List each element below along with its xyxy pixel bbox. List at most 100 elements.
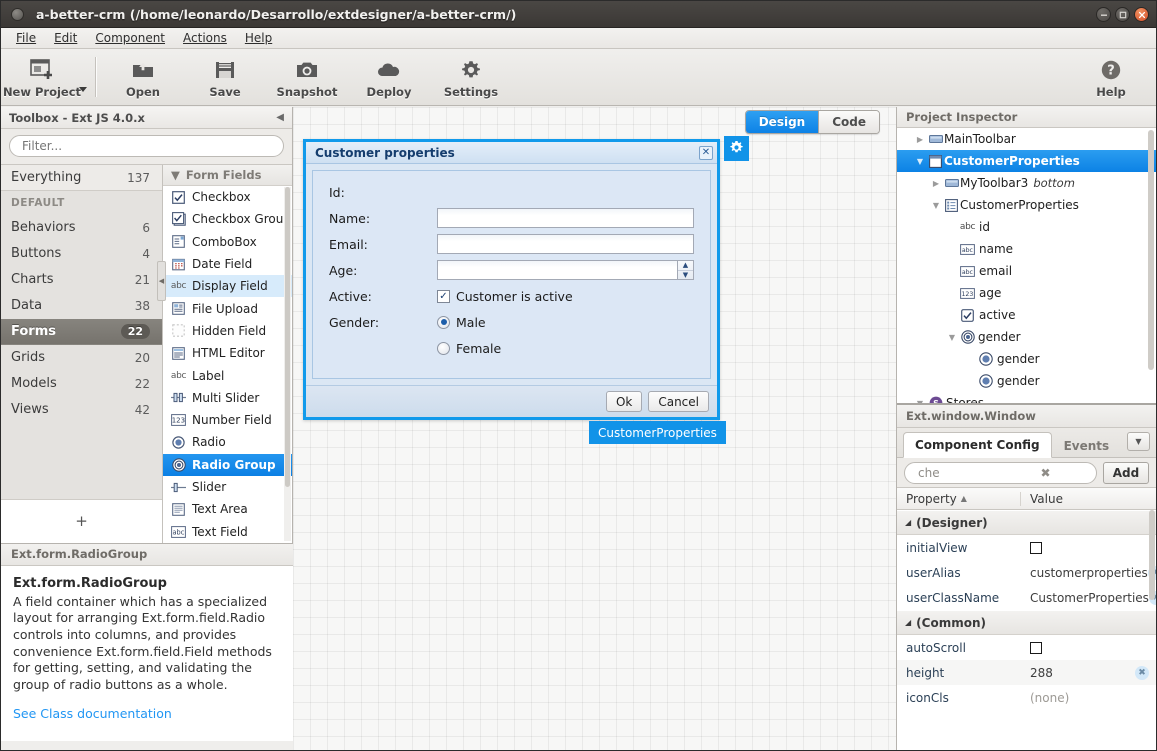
design-window-config-button[interactable] (724, 136, 749, 161)
category-behaviors[interactable]: Behaviors 6 (1, 215, 162, 241)
settings-button[interactable]: Settings (430, 53, 512, 103)
checkbox-autoscroll[interactable] (1030, 641, 1042, 654)
tree-node-customerproperties-window[interactable]: ▼ CustomerProperties (897, 150, 1156, 172)
menu-edit[interactable]: Edit (45, 29, 86, 47)
tab-events[interactable]: Events (1052, 433, 1122, 458)
property-row-iconcls[interactable]: iconCls (none) (897, 685, 1156, 710)
toolbox-category-collapse-handle[interactable]: ◀ (157, 261, 166, 301)
property-value-height[interactable]: 288 ✖ (1021, 665, 1156, 680)
category-charts[interactable]: Charts 21 (1, 267, 162, 293)
radio-gender-female[interactable] (437, 341, 450, 355)
menu-actions[interactable]: Actions (174, 29, 236, 47)
minimize-button[interactable] (1096, 7, 1111, 22)
property-row-autoscroll[interactable]: autoScroll (897, 635, 1156, 660)
property-value-initialview[interactable] (1021, 541, 1156, 554)
tree-node-age[interactable]: 123 age (897, 282, 1156, 304)
new-project-button[interactable]: New Project (1, 53, 83, 103)
tree-node-id[interactable]: abc id (897, 216, 1156, 238)
new-project-dropdown-icon[interactable] (79, 86, 87, 92)
collapse-left-icon[interactable]: ◀ (276, 112, 284, 123)
tree-node-stores[interactable]: ▼ S Stores (897, 392, 1156, 403)
category-everything[interactable]: Everything 137 (1, 165, 162, 191)
component-text-field[interactable]: abc Text Field (163, 520, 292, 542)
chevron-down-icon[interactable]: ▼ (913, 399, 927, 404)
close-icon[interactable]: ✕ (699, 145, 713, 160)
category-grids[interactable]: Grids 20 (1, 345, 162, 371)
chevron-down-icon[interactable]: ▼ (929, 201, 943, 210)
property-row-initialview[interactable]: initialView (897, 535, 1156, 560)
chevron-down-icon[interactable]: ▼ (913, 157, 927, 166)
field-input-email[interactable] (437, 234, 694, 254)
cancel-button[interactable]: Cancel (648, 391, 709, 412)
component-checkbox[interactable]: Checkbox (163, 186, 292, 208)
add-category-button[interactable]: + (1, 498, 162, 543)
tree-node-gender-2[interactable]: gender (897, 370, 1156, 392)
close-button[interactable] (1134, 7, 1149, 22)
component-group-form-fields[interactable]: ▼ Form Fields (163, 165, 292, 186)
help-button[interactable]: ? Help (1070, 53, 1152, 103)
spinner-up-icon[interactable]: ▲ (678, 261, 693, 271)
column-value[interactable]: Value (1021, 492, 1156, 506)
tree-node-email[interactable]: abc email (897, 260, 1156, 282)
component-html-editor[interactable]: HTML Editor (163, 342, 292, 364)
component-radio-group[interactable]: Radio Group (163, 453, 292, 476)
properties-scrollbar[interactable] (1149, 510, 1155, 600)
component-slider[interactable]: Slider (163, 476, 292, 498)
checkbox-initialview[interactable] (1030, 541, 1042, 554)
class-documentation-link[interactable]: See Class documentation (13, 706, 281, 721)
inspector-scrollbar[interactable] (1148, 130, 1154, 370)
component-number-field[interactable]: 123 Number Field (163, 409, 292, 431)
tab-design[interactable]: Design (745, 111, 819, 133)
category-data[interactable]: Data 38 (1, 293, 162, 319)
maximize-button[interactable] (1115, 7, 1130, 22)
property-row-userclassname[interactable]: userClassName CustomerProperties ✖ (897, 585, 1156, 610)
open-button[interactable]: Open (102, 53, 184, 103)
properties-search-input[interactable]: che ✖ (904, 461, 1097, 484)
property-section-designer[interactable]: ◢ (Designer) (897, 510, 1156, 535)
chevron-down-icon[interactable]: ▼ (945, 333, 959, 342)
category-buttons[interactable]: Buttons 4 (1, 241, 162, 267)
tab-code[interactable]: Code (818, 111, 879, 133)
design-window-customer-properties[interactable]: Customer properties ✕ Id: Name: Email: A… (303, 139, 720, 420)
component-text-area[interactable]: Text Area (163, 498, 292, 520)
property-row-height[interactable]: height 288 ✖ (897, 660, 1156, 685)
component-multi-slider[interactable]: Multi Slider (163, 387, 292, 409)
field-input-name[interactable] (437, 208, 694, 228)
component-radio[interactable]: Radio (163, 431, 292, 453)
property-value-useralias[interactable]: customerproperties ✖ (1021, 565, 1156, 580)
snapshot-button[interactable]: Snapshot (266, 53, 348, 103)
column-property[interactable]: Property ▲ (897, 491, 1021, 506)
property-row-useralias[interactable]: userAlias customerproperties ✖ (897, 560, 1156, 585)
tree-node-name[interactable]: abc name (897, 238, 1156, 260)
component-combobox[interactable]: ComboBox (163, 231, 292, 253)
checkbox-active[interactable]: ✓ (437, 289, 450, 303)
ok-button[interactable]: Ok (605, 391, 643, 412)
menu-component[interactable]: Component (86, 29, 174, 47)
clear-icon[interactable]: ✖ (1003, 466, 1088, 480)
property-section-common[interactable]: ◢ (Common) (897, 610, 1156, 635)
design-canvas[interactable]: Design Code Customer properties ✕ Id: Na… (293, 107, 897, 750)
component-label[interactable]: abc Label (163, 364, 292, 386)
add-property-button[interactable]: Add (1103, 461, 1149, 484)
property-value-iconcls[interactable]: (none) (1021, 691, 1156, 705)
toolbox-scrollbar[interactable] (284, 187, 291, 541)
tabs-overflow-button[interactable]: ▼ (1127, 432, 1150, 451)
radio-gender-male[interactable] (437, 315, 450, 329)
component-hidden-field[interactable]: Hidden Field (163, 320, 292, 342)
tree-node-active[interactable]: active (897, 304, 1156, 326)
chevron-right-icon[interactable]: ▶ (913, 135, 927, 144)
tree-node-customerproperties-form[interactable]: ▼ CustomerProperties (897, 194, 1156, 216)
save-button[interactable]: Save (184, 53, 266, 103)
clear-value-icon[interactable]: ✖ (1135, 665, 1149, 680)
category-forms[interactable]: Forms 22 (1, 319, 162, 345)
spinner-buttons[interactable]: ▲ ▼ (677, 261, 693, 279)
category-models[interactable]: Models 22 (1, 371, 162, 397)
project-inspector-tree[interactable]: ▶ MainToolbar ▼ CustomerProperties ▶ MyT… (897, 128, 1156, 403)
toolbox-filter-input[interactable] (9, 135, 284, 157)
category-views[interactable]: Views 42 (1, 397, 162, 423)
field-input-age[interactable]: ▲ ▼ (437, 260, 694, 280)
menu-help[interactable]: Help (236, 29, 281, 47)
tree-node-mytoolbar3[interactable]: ▶ MyToolbar3 bottom (897, 172, 1156, 194)
toolbox-scrollbar-thumb[interactable] (285, 187, 290, 487)
property-value-userclassname[interactable]: CustomerProperties ✖ (1021, 590, 1156, 605)
